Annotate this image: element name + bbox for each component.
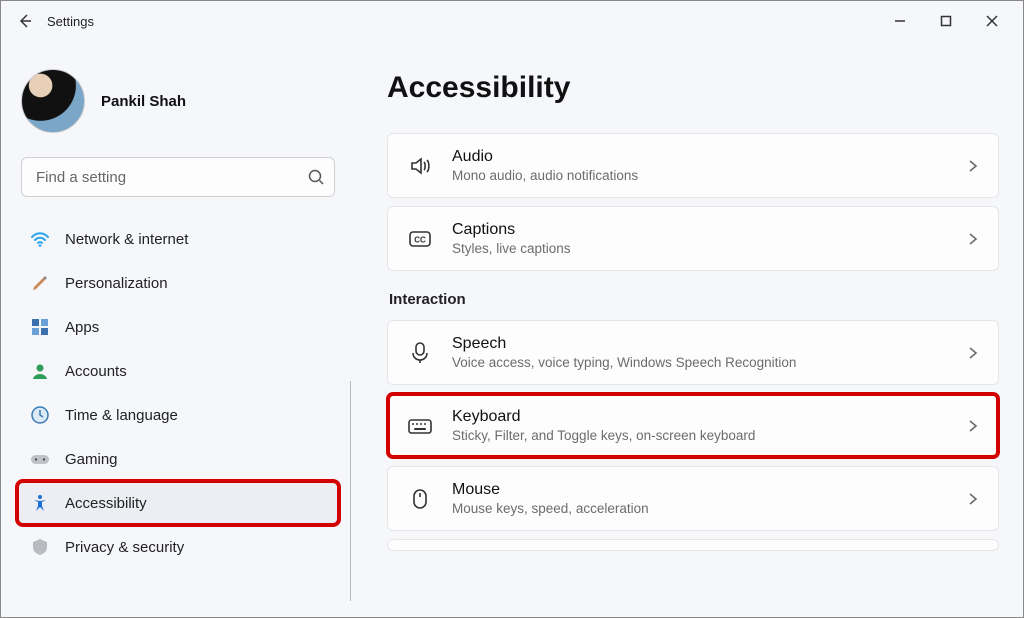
- captions-icon: CC: [406, 225, 434, 253]
- profile-name: Pankil Shah: [101, 93, 186, 110]
- window-title: Settings: [47, 14, 94, 29]
- keyboard-icon: [406, 412, 434, 440]
- card-subtitle: Voice access, voice typing, Windows Spee…: [452, 355, 948, 370]
- search-input[interactable]: [21, 157, 335, 197]
- chevron-right-icon: [966, 419, 980, 433]
- clock-globe-icon: [29, 404, 51, 426]
- arrow-left-icon: [17, 13, 33, 29]
- accessibility-icon: [29, 492, 51, 514]
- chevron-right-icon: [966, 232, 980, 246]
- card-mouse[interactable]: Mouse Mouse keys, speed, acceleration: [387, 466, 999, 531]
- microphone-icon: [406, 339, 434, 367]
- gamepad-icon: [29, 448, 51, 470]
- search-wrap: [21, 157, 335, 197]
- sidebar-item-label: Apps: [65, 319, 99, 336]
- card-keyboard[interactable]: Keyboard Sticky, Filter, and Toggle keys…: [387, 393, 999, 458]
- sidebar-item-label: Accounts: [65, 363, 127, 380]
- sidebar-item-label: Network & internet: [65, 231, 188, 248]
- audio-icon: [406, 152, 434, 180]
- card-title: Mouse: [452, 481, 948, 499]
- paintbrush-icon: [29, 272, 51, 294]
- avatar: [21, 69, 85, 133]
- wifi-icon: [29, 228, 51, 250]
- card-title: Audio: [452, 148, 948, 166]
- card-partial-next[interactable]: [387, 539, 999, 551]
- nav: Network & internet Personalization Apps …: [17, 217, 339, 569]
- card-title: Speech: [452, 335, 948, 353]
- maximize-button[interactable]: [923, 5, 969, 37]
- card-subtitle: Mono audio, audio notifications: [452, 168, 948, 183]
- sidebar-item-label: Privacy & security: [65, 539, 184, 556]
- minimize-icon: [894, 15, 906, 27]
- chevron-right-icon: [966, 492, 980, 506]
- card-subtitle: Styles, live captions: [452, 241, 948, 256]
- sidebar-item-label: Accessibility: [65, 495, 147, 512]
- card-audio[interactable]: Audio Mono audio, audio notifications: [387, 133, 999, 198]
- sidebar-item-network[interactable]: Network & internet: [17, 217, 339, 261]
- sidebar-item-privacy[interactable]: Privacy & security: [17, 525, 339, 569]
- apps-icon: [29, 316, 51, 338]
- card-subtitle: Mouse keys, speed, acceleration: [452, 501, 948, 516]
- sidebar-item-personalization[interactable]: Personalization: [17, 261, 339, 305]
- sidebar-item-label: Time & language: [65, 407, 178, 424]
- card-title: Keyboard: [452, 408, 948, 426]
- sidebar-divider: [350, 381, 351, 601]
- maximize-icon: [940, 15, 952, 27]
- person-icon: [29, 360, 51, 382]
- close-icon: [986, 15, 998, 27]
- sidebar-item-time-language[interactable]: Time & language: [17, 393, 339, 437]
- sidebar-item-label: Gaming: [65, 451, 118, 468]
- card-subtitle: Sticky, Filter, and Toggle keys, on-scre…: [452, 428, 948, 443]
- chevron-right-icon: [966, 159, 980, 173]
- card-speech[interactable]: Speech Voice access, voice typing, Windo…: [387, 320, 999, 385]
- sidebar-item-gaming[interactable]: Gaming: [17, 437, 339, 481]
- sidebar-item-accounts[interactable]: Accounts: [17, 349, 339, 393]
- card-captions[interactable]: CC Captions Styles, live captions: [387, 206, 999, 271]
- sidebar: Pankil Shah Network & internet Personali…: [1, 41, 351, 617]
- titlebar: Settings: [1, 1, 1023, 41]
- main-content: Accessibility Audio Mono audio, audio no…: [351, 41, 1023, 617]
- close-button[interactable]: [969, 5, 1015, 37]
- section-interaction: Interaction: [389, 291, 999, 308]
- sidebar-item-accessibility[interactable]: Accessibility: [17, 481, 339, 525]
- sidebar-item-apps[interactable]: Apps: [17, 305, 339, 349]
- svg-text:CC: CC: [414, 235, 426, 244]
- chevron-right-icon: [966, 346, 980, 360]
- mouse-icon: [406, 485, 434, 513]
- search-icon: [307, 168, 325, 186]
- page-title: Accessibility: [387, 71, 999, 105]
- shield-icon: [29, 536, 51, 558]
- minimize-button[interactable]: [877, 5, 923, 37]
- back-button[interactable]: [9, 5, 41, 37]
- profile[interactable]: Pankil Shah: [17, 65, 339, 153]
- card-title: Captions: [452, 221, 948, 239]
- sidebar-item-label: Personalization: [65, 275, 168, 292]
- window-controls: [877, 5, 1015, 37]
